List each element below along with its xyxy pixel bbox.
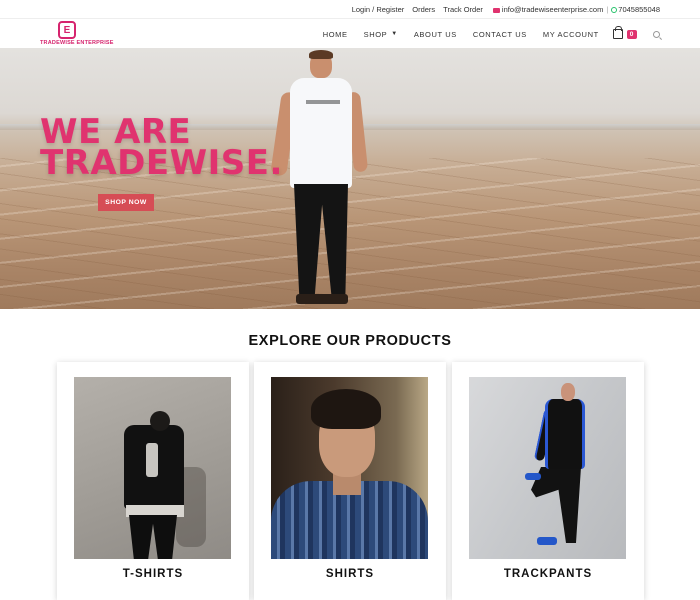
photo-figure — [537, 537, 557, 545]
hero-title: WE ARE TRADEWISE. — [40, 115, 283, 183]
tshirts-image[interactable] — [74, 377, 231, 559]
model-pants — [294, 184, 348, 299]
nav-contact[interactable]: CONTACT US — [473, 30, 527, 39]
product-label[interactable]: T-SHIRTS — [57, 568, 249, 580]
logo-mark-icon: E — [58, 21, 76, 39]
hero-model-image — [270, 48, 372, 309]
email-text: info@tradewiseenterprise.com — [501, 5, 604, 14]
track-order-link[interactable]: Track Order — [443, 5, 483, 14]
shirts-image[interactable] — [271, 377, 428, 559]
whatsapp-icon — [611, 7, 618, 14]
shop-now-button[interactable]: SHOP NOW — [98, 194, 154, 211]
login-register-link[interactable]: Login / Register — [352, 5, 405, 14]
logo-text: TRADEWISE ENTERPRISE — [40, 40, 114, 46]
top-links: Login / Register Orders Track Order info… — [344, 5, 660, 14]
products-section-title: EXPLORE OUR PRODUCTS — [248, 333, 452, 349]
nav-my-account[interactable]: MY ACCOUNT — [543, 30, 599, 39]
photo-figure — [129, 515, 177, 559]
photo-figure — [311, 389, 381, 429]
nav-shop[interactable]: SHOP ▼ — [364, 30, 398, 39]
trackpants-image[interactable] — [469, 377, 626, 559]
product-card-tshirts[interactable]: T-SHIRTS — [57, 362, 249, 600]
cart-bag-icon[interactable] — [612, 26, 623, 39]
model-shirt-print — [306, 100, 340, 104]
hero-title-line2: TRADEWISE. — [40, 143, 283, 183]
photo-figure — [525, 473, 541, 480]
product-label[interactable]: SHIRTS — [254, 568, 446, 580]
model-shoes — [296, 294, 348, 304]
photo-figure — [561, 383, 575, 401]
product-label[interactable]: TRACKPANTS — [452, 568, 644, 580]
product-card-trackpants[interactable]: TRACKPANTS — [452, 362, 644, 600]
nav-shop-label: SHOP — [363, 29, 388, 39]
photo-figure — [146, 443, 158, 477]
orders-link[interactable]: Orders — [412, 5, 435, 14]
product-card-shirts[interactable]: SHIRTS — [254, 362, 446, 600]
phone-contact[interactable]: 7045855048 — [611, 5, 660, 14]
photo-figure — [150, 411, 170, 431]
model-hair — [309, 50, 333, 59]
photo-figure — [545, 399, 585, 469]
top-bar: Login / Register Orders Track Order info… — [0, 0, 700, 19]
email-contact[interactable]: info@tradewiseenterprise.com — [492, 5, 604, 14]
hero-banner: WE ARE TRADEWISE. SHOP NOW — [0, 48, 700, 309]
phone-text: 7045855048 — [618, 5, 660, 14]
chevron-down-icon: ▼ — [391, 31, 398, 37]
separator: | — [606, 5, 609, 14]
model-shirt — [290, 78, 352, 188]
nav-home[interactable]: HOME — [323, 30, 348, 39]
main-nav: HOME SHOP ▼ ABOUT US CONTACT US MY ACCOUN… — [307, 26, 660, 39]
site-header: E TRADEWISE ENTERPRISE HOME SHOP ▼ ABOUT … — [0, 19, 700, 48]
cart-count-badge[interactable]: 0 — [626, 29, 637, 39]
mail-icon — [492, 7, 500, 13]
search-icon[interactable] — [653, 30, 660, 38]
logo[interactable]: E TRADEWISE ENTERPRISE — [40, 21, 113, 47]
nav-about[interactable]: ABOUT US — [414, 30, 457, 39]
